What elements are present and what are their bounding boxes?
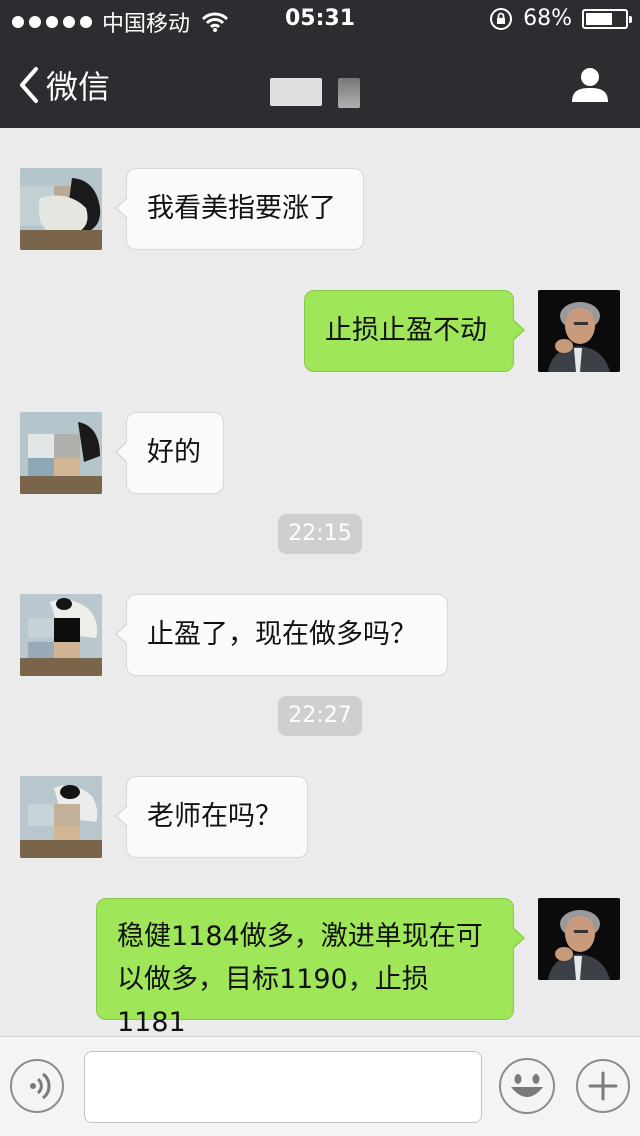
back-label: 微信 [46,68,111,106]
my-avatar[interactable] [538,290,620,372]
chat-area[interactable]: 我看美指要涨了 止损止盈不动 好的 22:15 止盈了，现在做多吗？ 22:27… [0,128,640,1038]
back-button[interactable]: 微信 [18,62,110,108]
message-bubble-incoming[interactable]: 我看美指要涨了 [115,168,364,250]
chat-title-redacted [270,78,360,108]
timestamp: 22:15 [278,514,362,554]
message-text: 止盈了，现在做多吗？ [147,619,417,650]
chevron-left-icon [20,67,38,103]
message-text: 止损止盈不动 [325,315,487,346]
smiley-icon [499,1058,555,1114]
more-button[interactable] [576,1059,630,1113]
message-bubble-outgoing[interactable]: 稳健1184做多，激进单现在可 以做多，目标1190，止损1181 [96,898,525,1038]
voice-icon [30,1072,51,1100]
battery-fill [586,12,612,25]
battery-icon [582,8,632,29]
timestamp: 22:27 [278,696,362,736]
message-bubble-incoming[interactable]: 老师在吗？ [115,776,308,858]
message-bubble-incoming[interactable]: 好的 [115,412,224,494]
message-text: 好的 [147,437,201,468]
my-avatar[interactable] [538,898,620,980]
message-bubble-outgoing[interactable]: 止损止盈不动 [304,290,525,372]
message-text-line: 以做多，目标1190，止损1181 [117,964,429,1038]
contact-avatar[interactable] [20,168,102,250]
battery-percent: 68% [523,6,572,31]
status-bar: 中国移动 05:31 68% [0,0,640,40]
contact-avatar[interactable] [20,776,102,858]
rotation-lock-icon [490,7,513,30]
status-right: 68% [489,6,632,31]
input-bar [0,1036,640,1136]
nav-bar: 微信 [0,40,640,128]
emoji-button[interactable] [499,1058,555,1114]
message-text: 我看美指要涨了 [147,193,336,224]
redacted-block [270,78,322,106]
message-input[interactable] [84,1051,482,1123]
plus-icon [588,1071,618,1101]
message-text: 老师在吗？ [147,801,282,832]
contact-avatar[interactable] [20,412,102,494]
contact-avatar[interactable] [20,594,102,676]
message-bubble-incoming[interactable]: 止盈了，现在做多吗？ [115,594,448,676]
voice-button[interactable] [10,1059,64,1113]
redacted-block [338,78,360,108]
user-icon[interactable] [570,64,610,104]
message-text-line: 稳健1184做多，激进单现在可 [117,921,483,952]
